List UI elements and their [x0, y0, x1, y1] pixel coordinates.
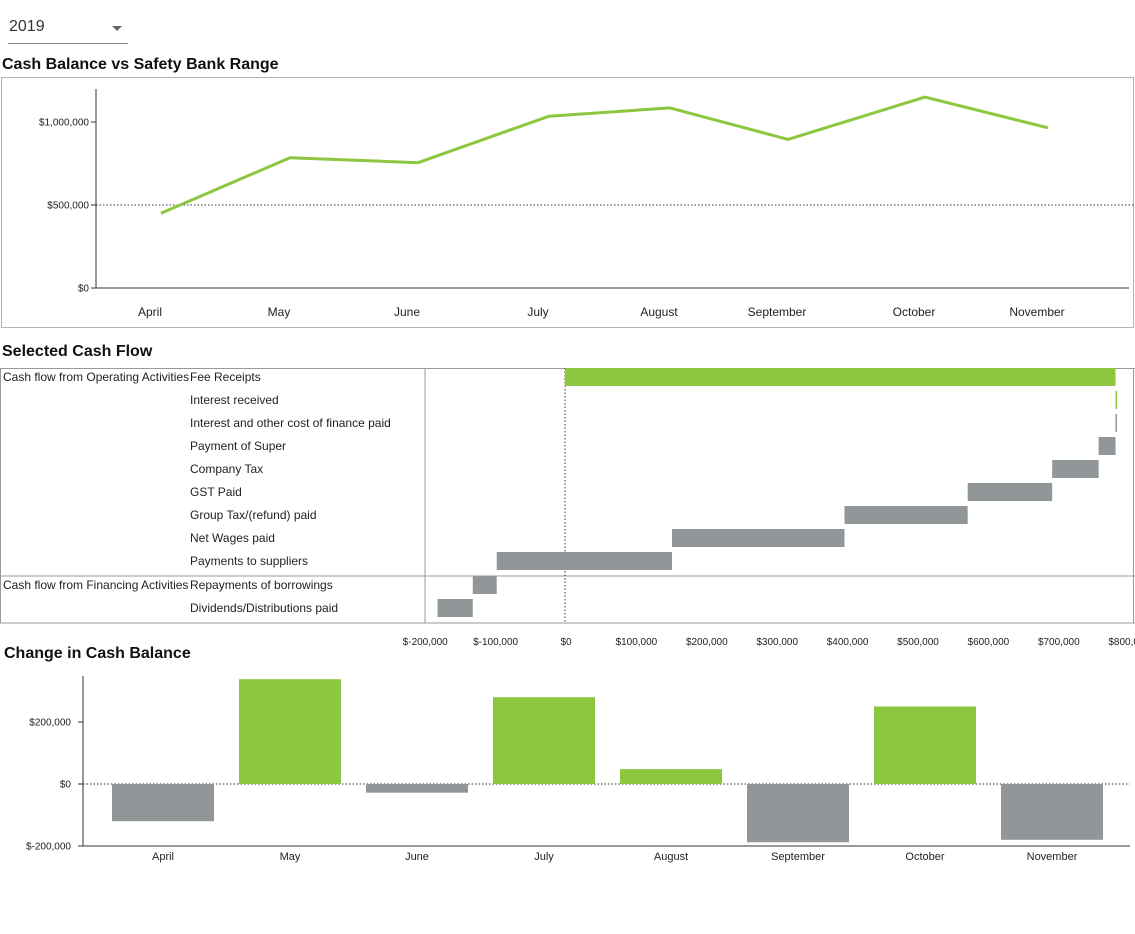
row-label: Dividends/Distributions paid — [190, 601, 338, 615]
row-label: Repayments of borrowings — [190, 578, 333, 592]
waterfall-bar — [672, 529, 845, 547]
chevron-down-icon[interactable] — [112, 26, 122, 31]
y-tick-label: $-200,000 — [26, 842, 71, 853]
x-tick-label: June — [394, 305, 420, 319]
waterfall-chart-title: Selected Cash Flow — [2, 343, 153, 360]
waterfall-bar — [844, 506, 968, 524]
bar-chart-title: Change in Cash Balance — [4, 645, 191, 662]
waterfall-bar — [967, 483, 1053, 501]
x-tick-label: November — [1027, 851, 1078, 863]
change-bar — [1001, 784, 1103, 840]
row-label: Net Wages paid — [190, 531, 275, 545]
x-tick-label: $-100,000 — [473, 637, 518, 648]
x-tick-label: $100,000 — [616, 637, 658, 648]
x-tick-label: August — [654, 851, 688, 863]
row-label: Interest and other cost of finance paid — [190, 416, 391, 430]
waterfall-bar — [565, 368, 1116, 386]
x-tick-label: August — [640, 305, 678, 319]
x-tick-label: April — [152, 851, 174, 863]
change-bar — [620, 769, 722, 784]
x-tick-label: September — [748, 305, 807, 319]
x-tick-label: June — [405, 851, 429, 863]
change-bar — [874, 706, 976, 784]
x-tick-label: May — [280, 851, 301, 863]
y-tick-label: $0 — [60, 780, 72, 791]
x-tick-label: $0 — [560, 637, 572, 648]
group-label: Cash flow from Financing Activities — [3, 578, 188, 592]
waterfall-chart: Cash flow from Operating Activities Fee R… — [0, 368, 1135, 648]
y-tick-label: $200,000 — [29, 718, 71, 729]
x-tick-label: $300,000 — [756, 637, 798, 648]
x-tick-label: May — [268, 305, 291, 319]
change-bar — [493, 697, 595, 784]
waterfall-bar — [1052, 460, 1099, 478]
row-label: Group Tax/(refund) paid — [190, 508, 317, 522]
x-tick-label: July — [527, 305, 548, 319]
row-label: Company Tax — [190, 462, 263, 476]
x-tick-label: $600,000 — [968, 637, 1010, 648]
waterfall-bar — [472, 576, 497, 594]
y-tick-label: $1,000,000 — [39, 118, 89, 129]
x-tick-label: October — [893, 305, 936, 319]
x-tick-label: $400,000 — [827, 637, 869, 648]
x-tick-label: April — [138, 305, 162, 319]
row-label: Payments to suppliers — [190, 554, 308, 568]
group-label: Cash flow from Operating Activities — [3, 370, 189, 384]
x-tick-label: $200,000 — [686, 637, 728, 648]
waterfall-bar — [1115, 391, 1118, 409]
x-tick-label: $-200,000 — [403, 637, 448, 648]
cash-balance-line — [160, 95, 1049, 215]
waterfall-bar — [496, 552, 673, 570]
row-label: GST Paid — [190, 485, 242, 499]
change-bar — [366, 784, 468, 793]
x-tick-label: September — [771, 851, 825, 863]
line-chart: $0 $500,000 $1,000,000 April May June July Augu… — [39, 89, 1134, 319]
change-bar — [112, 784, 214, 822]
x-tick-label: October — [905, 851, 944, 863]
line-chart-title: Cash Balance vs Safety Bank Range — [2, 56, 279, 73]
year-select[interactable]: 2019 — [8, 10, 128, 44]
year-select-value: 2019 — [9, 18, 45, 35]
bar-chart: $-200,000 $0 $200,000 April May June July Augus… — [26, 676, 1130, 863]
x-tick-label: $800,000 — [1108, 637, 1135, 648]
waterfall-bar — [1098, 437, 1116, 455]
x-tick-label: $700,000 — [1038, 637, 1080, 648]
change-bar — [747, 784, 849, 843]
y-tick-label: $0 — [78, 284, 90, 295]
waterfall-bar — [1115, 414, 1118, 432]
x-tick-label: July — [534, 851, 554, 863]
change-bar — [239, 679, 341, 784]
y-tick-label: $500,000 — [47, 201, 89, 212]
row-label: Payment of Super — [190, 439, 286, 453]
x-tick-label: November — [1009, 305, 1064, 319]
row-label: Fee Receipts — [190, 370, 261, 384]
row-label: Interest received — [190, 393, 279, 407]
waterfall-bar — [437, 599, 473, 617]
x-tick-label: $500,000 — [897, 637, 939, 648]
